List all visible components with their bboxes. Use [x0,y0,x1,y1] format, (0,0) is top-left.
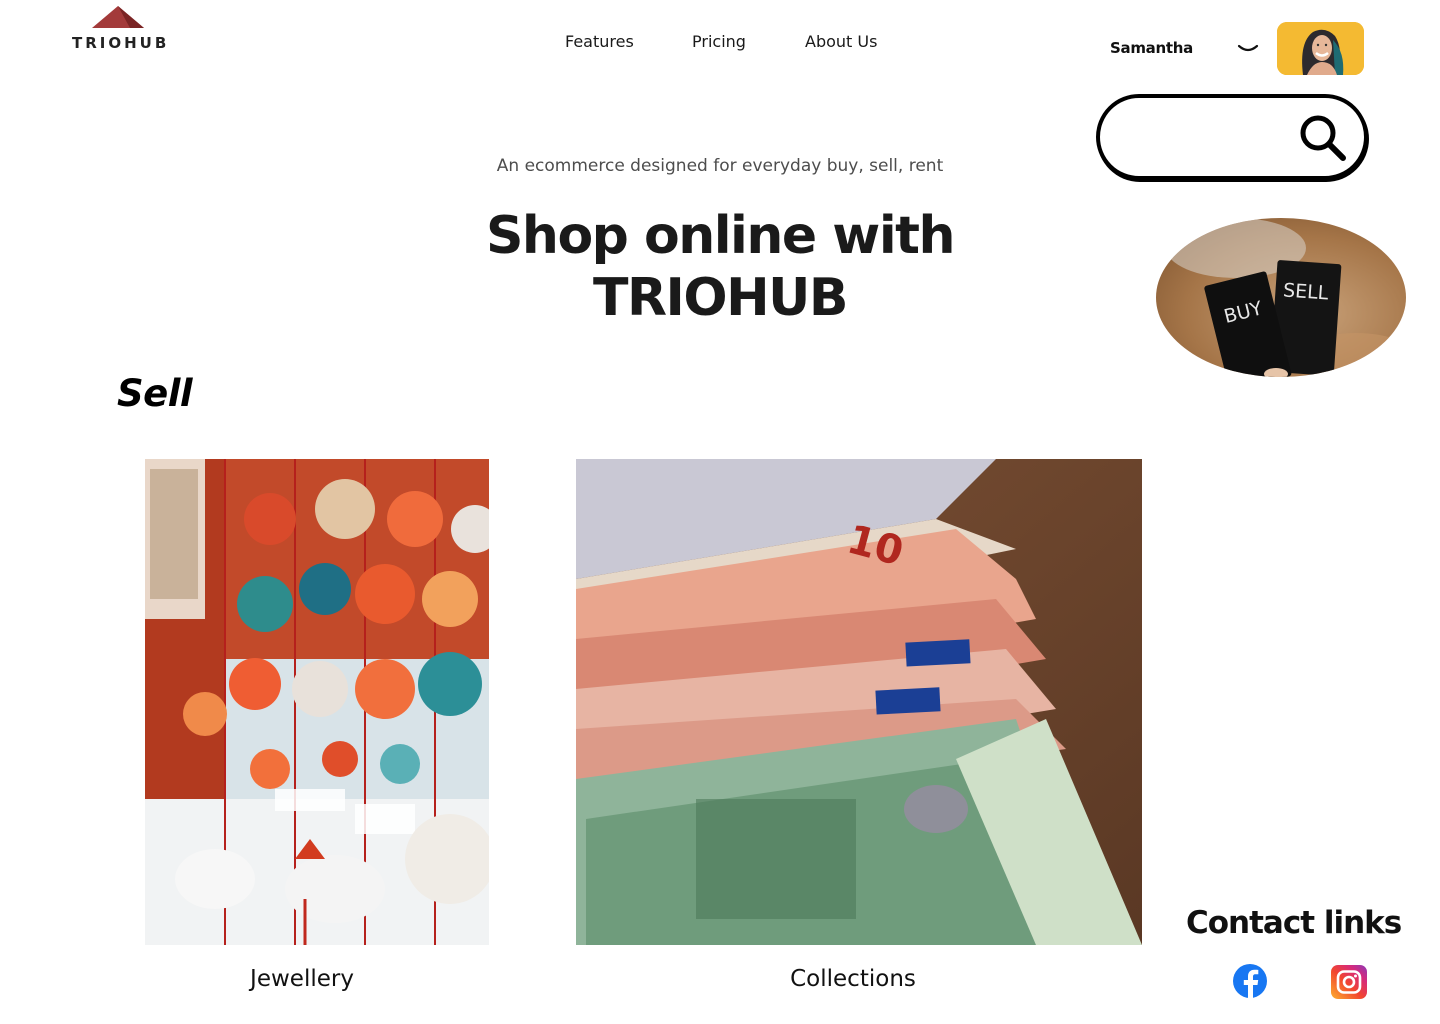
logo-text: TRIOHUB [72,34,170,52]
jewellery-card-label[interactable]: Jewellery [145,966,459,992]
search-input[interactable] [1124,116,1294,158]
instagram-icon[interactable] [1331,965,1367,999]
hero-tagline: An ecommerce designed for everyday buy, … [496,156,944,176]
promo-sell-text: SELL [1282,279,1329,304]
collections-card-label[interactable]: Collections [576,966,1130,992]
jewellery-card-image[interactable] [145,459,489,945]
facebook-icon[interactable] [1229,963,1272,1000]
brand-logo[interactable]: TRIOHUB [70,6,166,52]
sell-section-heading: Sell [117,372,193,415]
contact-links-title: Contact links [1186,905,1402,941]
avatar[interactable] [1277,22,1364,75]
user-name[interactable]: Samantha [1110,39,1193,57]
nav-about-link[interactable]: About Us [805,32,877,51]
logo-roof-icon [92,6,144,28]
nav-pricing-link[interactable]: Pricing [692,32,746,51]
avatar-photo [1277,22,1364,75]
buy-sell-promo-image: BUY SELL [1156,218,1406,377]
nav-features-link[interactable]: Features [565,32,634,51]
collections-card-image[interactable]: 10 [576,459,1142,945]
hero-title-line-2: TRIOHUB [593,268,848,328]
chevron-down-icon[interactable] [1236,38,1260,58]
hero-title-line-1: Shop online with [485,206,956,266]
